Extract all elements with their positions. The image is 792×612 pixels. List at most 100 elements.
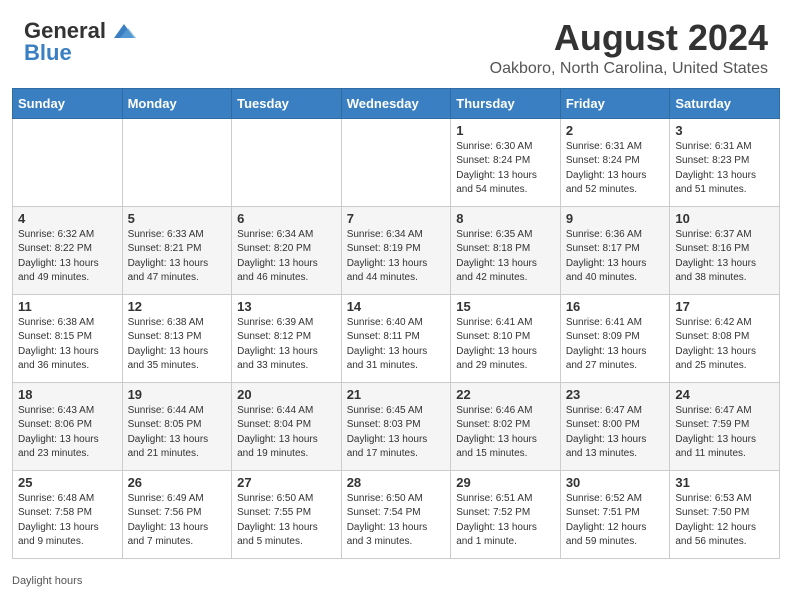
calendar-cell: [341, 118, 451, 206]
day-info: Sunrise: 6:48 AM Sunset: 7:58 PM Dayligh…: [18, 492, 117, 550]
calendar-cell: 5 Sunrise: 6:33 AM Sunset: 8:21 PM Daylig…: [122, 206, 232, 294]
logo-blue-text: Blue: [24, 40, 72, 65]
day-number: 28: [347, 475, 446, 490]
day-info: Sunrise: 6:53 AM Sunset: 7:50 PM Dayligh…: [675, 492, 774, 550]
calendar-cell: 1Sunrise: 6:30 AM Sunset: 8:24 PM Daylig…: [451, 118, 561, 206]
calendar-header-sunday: Sunday: [13, 88, 123, 118]
day-number: 13: [237, 299, 336, 314]
day-number: 27: [237, 475, 336, 490]
calendar-header-monday: Monday: [122, 88, 232, 118]
day-number: 1: [456, 123, 555, 138]
calendar-header-friday: Friday: [560, 88, 670, 118]
day-number: 24: [675, 387, 774, 402]
day-number: 22: [456, 387, 555, 402]
day-info: Sunrise: 6:44 AM Sunset: 8:05 PM Dayligh…: [128, 404, 227, 462]
day-info: Sunrise: 6:44 AM Sunset: 8:04 PM Dayligh…: [237, 404, 336, 462]
day-number: 17: [675, 299, 774, 314]
calendar-week-row: 25 Sunrise: 6:48 AM Sunset: 7:58 PM Dayli…: [13, 470, 780, 558]
day-number: 5: [128, 211, 227, 226]
calendar-cell: 9 Sunrise: 6:36 AM Sunset: 8:17 PM Daylig…: [560, 206, 670, 294]
day-info: Sunrise: 6:47 AM Sunset: 8:00 PM Dayligh…: [566, 404, 665, 462]
calendar-cell: 8Sunrise: 6:35 AM Sunset: 8:18 PM Daylig…: [451, 206, 561, 294]
calendar-cell: 4Sunrise: 6:32 AM Sunset: 8:22 PM Daylig…: [13, 206, 123, 294]
day-info: Sunrise: 6:34 AM Sunset: 8:20 PM Dayligh…: [237, 228, 336, 286]
day-number: 20: [237, 387, 336, 402]
calendar-header-thursday: Thursday: [451, 88, 561, 118]
calendar-cell: 26 Sunrise: 6:49 AM Sunset: 7:56 PM Dayli…: [122, 470, 232, 558]
calendar-cell: 13 Sunrise: 6:39 AM Sunset: 8:12 PM Dayli…: [232, 294, 342, 382]
day-number: 25: [18, 475, 117, 490]
title-section: August 2024 Oakboro, North Carolina, Uni…: [490, 18, 768, 78]
calendar-cell: 29 Sunrise: 6:51 AM Sunset: 7:52 PM Dayli…: [451, 470, 561, 558]
day-number: 10: [675, 211, 774, 226]
day-number: 6: [237, 211, 336, 226]
day-number: 23: [566, 387, 665, 402]
day-number: 2: [566, 123, 665, 138]
day-info: Sunrise: 6:41 AM Sunset: 8:10 PM Dayligh…: [456, 316, 555, 374]
day-number: 3: [675, 123, 774, 138]
day-number: 31: [675, 475, 774, 490]
day-info: Sunrise: 6:31 AM Sunset: 8:23 PM Dayligh…: [675, 140, 774, 198]
calendar-cell: 24 Sunrise: 6:47 AM Sunset: 7:59 PM Dayli…: [670, 382, 780, 470]
day-number: 7: [347, 211, 446, 226]
day-info: Sunrise: 6:52 AM Sunset: 7:51 PM Dayligh…: [566, 492, 665, 550]
day-info: Sunrise: 6:34 AM Sunset: 8:19 PM Dayligh…: [347, 228, 446, 286]
calendar-cell: 15 Sunrise: 6:41 AM Sunset: 8:10 PM Dayli…: [451, 294, 561, 382]
calendar-cell: 22 Sunrise: 6:46 AM Sunset: 8:02 PM Dayli…: [451, 382, 561, 470]
day-number: 21: [347, 387, 446, 402]
calendar-cell: 28 Sunrise: 6:50 AM Sunset: 7:54 PM Dayli…: [341, 470, 451, 558]
day-info: Sunrise: 6:36 AM Sunset: 8:17 PM Dayligh…: [566, 228, 665, 286]
day-info: Sunrise: 6:39 AM Sunset: 8:12 PM Dayligh…: [237, 316, 336, 374]
day-number: 30: [566, 475, 665, 490]
day-info: Sunrise: 6:47 AM Sunset: 7:59 PM Dayligh…: [675, 404, 774, 462]
day-info: Sunrise: 6:42 AM Sunset: 8:08 PM Dayligh…: [675, 316, 774, 374]
day-number: 9: [566, 211, 665, 226]
calendar-cell: 16Sunrise: 6:41 AM Sunset: 8:09 PM Dayli…: [560, 294, 670, 382]
page-header: General Blue August 2024 Oakboro, North …: [0, 0, 792, 88]
day-info: Sunrise: 6:38 AM Sunset: 8:13 PM Dayligh…: [128, 316, 227, 374]
day-number: 29: [456, 475, 555, 490]
calendar-cell: 14Sunrise: 6:40 AM Sunset: 8:11 PM Dayli…: [341, 294, 451, 382]
calendar-header-tuesday: Tuesday: [232, 88, 342, 118]
calendar-header-row: SundayMondayTuesdayWednesdayThursdayFrid…: [13, 88, 780, 118]
calendar-week-row: 1Sunrise: 6:30 AM Sunset: 8:24 PM Daylig…: [13, 118, 780, 206]
calendar-cell: [232, 118, 342, 206]
day-number: 16: [566, 299, 665, 314]
day-number: 12: [128, 299, 227, 314]
calendar-cell: 10Sunrise: 6:37 AM Sunset: 8:16 PM Dayli…: [670, 206, 780, 294]
calendar-cell: 17 Sunrise: 6:42 AM Sunset: 8:08 PM Dayli…: [670, 294, 780, 382]
calendar-cell: 18Sunrise: 6:43 AM Sunset: 8:06 PM Dayli…: [13, 382, 123, 470]
day-number: 15: [456, 299, 555, 314]
calendar-cell: 12 Sunrise: 6:38 AM Sunset: 8:13 PM Dayli…: [122, 294, 232, 382]
calendar-table: SundayMondayTuesdayWednesdayThursdayFrid…: [12, 88, 780, 559]
calendar-header-wednesday: Wednesday: [341, 88, 451, 118]
calendar-cell: 23 Sunrise: 6:47 AM Sunset: 8:00 PM Dayli…: [560, 382, 670, 470]
day-number: 8: [456, 211, 555, 226]
calendar-cell: 27Sunrise: 6:50 AM Sunset: 7:55 PM Dayli…: [232, 470, 342, 558]
day-info: Sunrise: 6:46 AM Sunset: 8:02 PM Dayligh…: [456, 404, 555, 462]
legend-section: Daylight hours: [0, 571, 792, 595]
day-number: 18: [18, 387, 117, 402]
day-info: Sunrise: 6:50 AM Sunset: 7:54 PM Dayligh…: [347, 492, 446, 550]
day-info: Sunrise: 6:51 AM Sunset: 7:52 PM Dayligh…: [456, 492, 555, 550]
calendar-cell: 31 Sunrise: 6:53 AM Sunset: 7:50 PM Dayli…: [670, 470, 780, 558]
location-text: Oakboro, North Carolina, United States: [490, 60, 768, 78]
day-info: Sunrise: 6:45 AM Sunset: 8:03 PM Dayligh…: [347, 404, 446, 462]
calendar-week-row: 4Sunrise: 6:32 AM Sunset: 8:22 PM Daylig…: [13, 206, 780, 294]
calendar-week-row: 11Sunrise: 6:38 AM Sunset: 8:15 PM Dayli…: [13, 294, 780, 382]
day-info: Sunrise: 6:33 AM Sunset: 8:21 PM Dayligh…: [128, 228, 227, 286]
calendar-cell: 25 Sunrise: 6:48 AM Sunset: 7:58 PM Dayli…: [13, 470, 123, 558]
logo-icon: [110, 20, 138, 42]
calendar-wrapper: SundayMondayTuesdayWednesdayThursdayFrid…: [0, 88, 792, 571]
day-info: Sunrise: 6:49 AM Sunset: 7:56 PM Dayligh…: [128, 492, 227, 550]
calendar-cell: 11Sunrise: 6:38 AM Sunset: 8:15 PM Dayli…: [13, 294, 123, 382]
day-info: Sunrise: 6:32 AM Sunset: 8:22 PM Dayligh…: [18, 228, 117, 286]
calendar-cell: 30 Sunrise: 6:52 AM Sunset: 7:51 PM Dayli…: [560, 470, 670, 558]
day-info: Sunrise: 6:31 AM Sunset: 8:24 PM Dayligh…: [566, 140, 665, 198]
logo: General Blue: [24, 18, 138, 66]
calendar-cell: 21 Sunrise: 6:45 AM Sunset: 8:03 PM Dayli…: [341, 382, 451, 470]
calendar-cell: 7 Sunrise: 6:34 AM Sunset: 8:19 PM Daylig…: [341, 206, 451, 294]
calendar-week-row: 18Sunrise: 6:43 AM Sunset: 8:06 PM Dayli…: [13, 382, 780, 470]
legend-daylight-label: Daylight hours: [12, 575, 82, 587]
day-number: 26: [128, 475, 227, 490]
